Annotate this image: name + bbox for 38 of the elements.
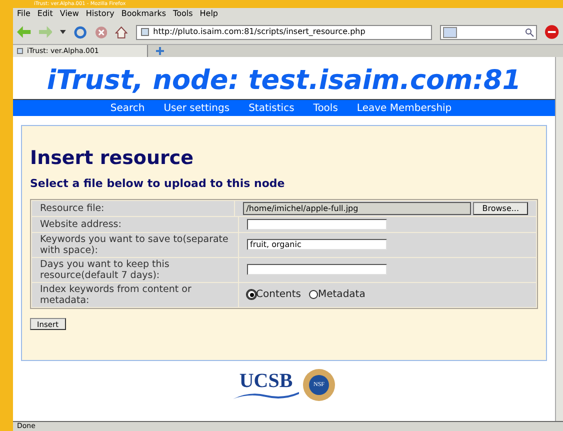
menu-item[interactable]: Edit: [37, 8, 53, 20]
nav-link[interactable]: User settings: [164, 100, 230, 116]
search-icon[interactable]: [525, 28, 534, 36]
menu-item[interactable]: Tools: [173, 8, 193, 20]
search-box[interactable]: [440, 24, 538, 40]
stop-icon[interactable]: [94, 26, 108, 38]
menu-item[interactable]: Bookmarks: [121, 8, 166, 20]
wave-icon: [233, 391, 299, 399]
radio-option[interactable]: Metadata: [308, 287, 366, 302]
home-icon[interactable]: [115, 26, 128, 38]
address-bar[interactable]: http://pluto.isaim.com:81/scripts/insert_resource.php: [136, 24, 432, 40]
radio-button[interactable]: [308, 290, 318, 299]
new-tab-icon[interactable]: [156, 47, 164, 55]
reload-icon[interactable]: [74, 26, 87, 38]
menu-item[interactable]: View: [60, 8, 79, 20]
site-title: iTrust, node: test.isaim.com:81: [46, 64, 522, 98]
text-field[interactable]: fruit, organic: [247, 239, 387, 250]
field-label: Index keywords from content or metadata:: [32, 282, 238, 306]
page-subheading: Select a file below to upload to this node: [30, 176, 286, 192]
scrollbar[interactable]: [555, 57, 563, 421]
text-field[interactable]: [247, 264, 387, 275]
field-label: Days you want to keep this resource(default 7 days):: [32, 258, 238, 282]
file-path-field[interactable]: /home/imichel/apple-full.jpg: [243, 202, 472, 214]
menu-item[interactable]: Help: [200, 8, 218, 20]
nav-link[interactable]: Statistics: [248, 100, 294, 116]
radio-button[interactable]: [247, 290, 256, 299]
browse-button[interactable]: Browse...: [473, 202, 528, 214]
stop-sign-icon[interactable]: [545, 25, 559, 39]
nav-link[interactable]: Search: [110, 100, 145, 116]
dropdown-caret-icon[interactable]: [60, 30, 66, 34]
page-heading: Insert resource: [30, 146, 195, 170]
nav-link[interactable]: Tools: [313, 100, 338, 116]
field-label: Keywords you want to save to(separate with space):: [32, 232, 238, 256]
nav-link[interactable]: Leave Membership: [356, 100, 452, 116]
menu-item[interactable]: History: [86, 8, 114, 20]
menu-item[interactable]: File: [17, 8, 30, 20]
text-field[interactable]: [247, 218, 387, 230]
radio-option[interactable]: Contents: [247, 287, 301, 302]
